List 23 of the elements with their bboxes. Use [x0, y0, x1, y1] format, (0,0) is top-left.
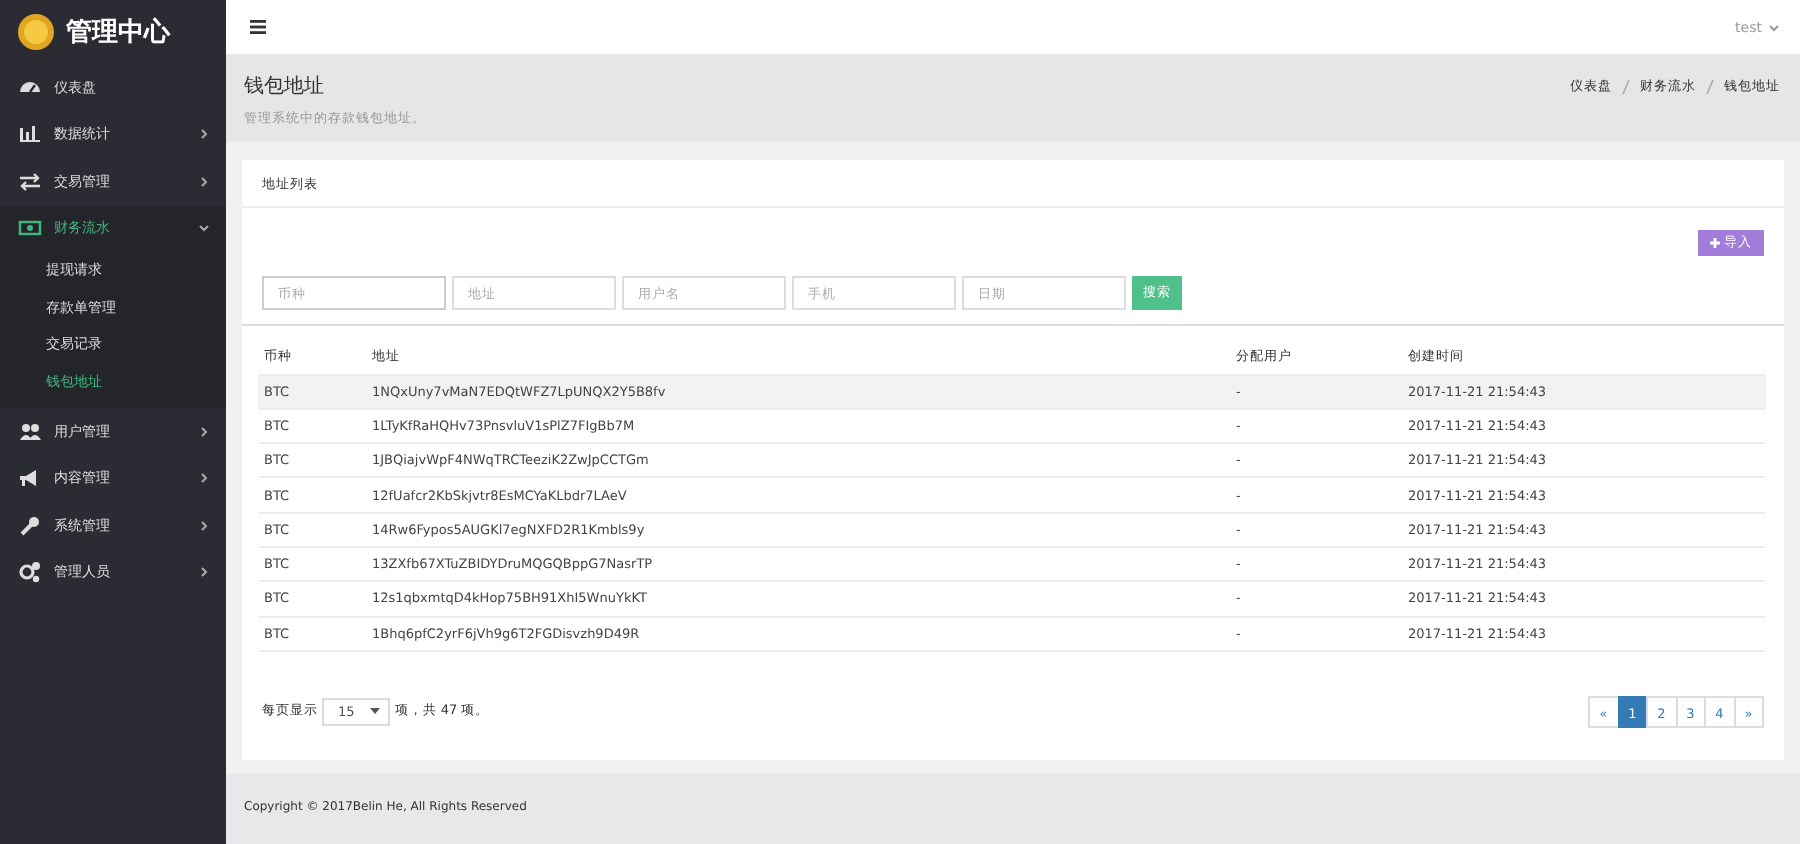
chevron-right-icon [198, 566, 210, 579]
chevron-right-icon [198, 128, 210, 141]
chevron-right-icon [198, 472, 210, 485]
plus-icon [1710, 238, 1720, 248]
page-title: 钱包地址 [244, 73, 326, 100]
banknote-icon [18, 216, 42, 241]
arrows-icon [18, 169, 42, 194]
slash-icon [1706, 79, 1714, 93]
gears-icon [18, 560, 42, 585]
megaphone-icon [18, 466, 42, 491]
slash-icon [1622, 79, 1630, 93]
app-title: 管理中心 [66, 15, 170, 50]
bar-chart-icon [18, 122, 42, 147]
chevron-right-icon [198, 425, 210, 438]
menu-icon [250, 20, 266, 34]
coin-logo-icon [18, 14, 54, 50]
chevron-right-icon [198, 519, 210, 532]
chevron-down-icon [198, 222, 210, 235]
chevron-right-icon [198, 175, 210, 188]
users-icon [18, 419, 42, 444]
chevron-down-icon [1768, 21, 1780, 33]
wrench-icon [18, 513, 42, 538]
caret-down-icon [370, 708, 381, 715]
